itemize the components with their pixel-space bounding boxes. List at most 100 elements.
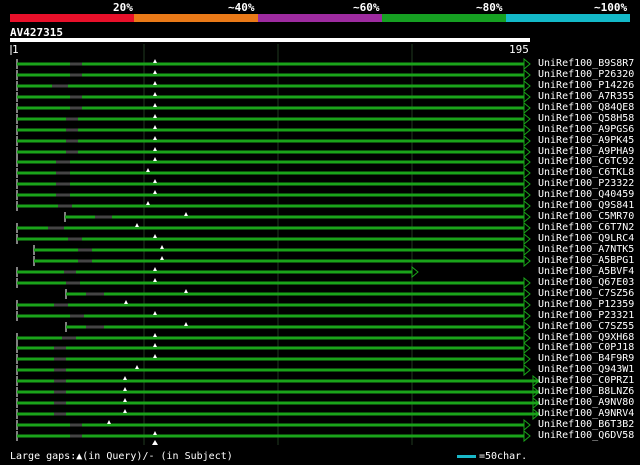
hit-row[interactable] (16, 177, 531, 191)
hit-end-arrow (411, 265, 419, 279)
hit-label[interactable]: UniRef100_Q6DV58 (538, 430, 634, 441)
hit-row[interactable] (16, 90, 531, 104)
hit-end-arrow (523, 341, 531, 355)
hit-label[interactable]: UniRef100_A9PGS6 (538, 124, 634, 135)
hit-row[interactable] (16, 429, 531, 443)
query-gap-marker (123, 376, 127, 380)
hit-row[interactable] (16, 276, 531, 290)
hit-label[interactable]: UniRef100_P23321 (538, 310, 634, 321)
query-gap-marker (107, 420, 111, 424)
hit-label[interactable]: UniRef100_Q40459 (538, 189, 634, 200)
query-gap-marker (153, 234, 157, 238)
hit-row[interactable] (16, 112, 531, 126)
hit-label[interactable]: UniRef100_C6T7N2 (538, 222, 634, 233)
hit-row[interactable] (16, 352, 531, 366)
query-gap-marker (153, 354, 157, 358)
query-gap-marker (160, 256, 164, 260)
query-gap-marker (153, 147, 157, 151)
query-gap-marker (153, 190, 157, 194)
hit-row[interactable] (16, 134, 531, 148)
hit-row[interactable] (64, 210, 531, 224)
hit-row[interactable] (16, 341, 531, 355)
hit-row[interactable] (16, 232, 531, 246)
query-gap-marker (153, 311, 157, 315)
hit-row[interactable] (65, 287, 531, 301)
hit-row[interactable] (16, 199, 531, 213)
query-gap-marker (153, 92, 157, 96)
hit-label[interactable]: UniRef100_A7NTK5 (538, 244, 634, 255)
hit-label[interactable]: UniRef100_C5MR70 (538, 211, 634, 222)
hit-row[interactable] (16, 155, 531, 169)
hit-row[interactable] (16, 221, 531, 235)
hit-row[interactable] (16, 123, 531, 137)
hit-label[interactable]: UniRef100_C6TKL8 (538, 167, 634, 178)
hit-label[interactable]: UniRef100_C0PJ18 (538, 342, 634, 353)
hit-end-arrow (523, 68, 531, 82)
hit-label[interactable]: UniRef100_C7SZ56 (538, 288, 634, 299)
hit-label[interactable]: UniRef100_A5BVF4 (538, 266, 634, 277)
hit-end-arrow (523, 188, 531, 202)
query-gap-marker (124, 300, 128, 304)
hit-row[interactable] (33, 243, 531, 257)
hit-end-arrow (523, 221, 531, 235)
hit-label[interactable]: UniRef100_Q943W1 (538, 364, 634, 375)
hit-row[interactable] (16, 418, 531, 432)
hit-row[interactable] (16, 101, 531, 115)
hit-label[interactable]: UniRef100_Q84QE8 (538, 102, 634, 113)
hit-end-arrow (523, 298, 531, 312)
query-gap-marker (123, 409, 127, 413)
hit-label[interactable]: UniRef100_B8LNZ6 (538, 386, 634, 397)
hit-row[interactable] (16, 331, 531, 345)
hit-label[interactable]: UniRef100_A9NV80 (538, 397, 634, 408)
hit-end-arrow (523, 155, 531, 169)
hit-end-arrow (523, 254, 531, 268)
hit-end-arrow (523, 101, 531, 115)
query-gap-marker (153, 136, 157, 140)
hit-label[interactable]: UniRef100_Q9S841 (538, 200, 634, 211)
hit-label[interactable]: UniRef100_C7SZ55 (538, 321, 634, 332)
hit-row[interactable] (16, 298, 531, 312)
hit-label[interactable]: UniRef100_C0PRZ1 (538, 375, 634, 386)
hit-label[interactable]: UniRef100_P14226 (538, 80, 634, 91)
hit-label[interactable]: UniRef100_A7R355 (538, 91, 634, 102)
hit-end-arrow (523, 232, 531, 246)
hit-label[interactable]: UniRef100_A5BPG1 (538, 255, 634, 266)
query-gap-marker (146, 168, 150, 172)
hit-row[interactable] (16, 363, 531, 377)
hit-end-arrow (523, 429, 531, 443)
query-gap-marker (153, 103, 157, 107)
hit-row[interactable] (16, 57, 531, 71)
hit-row[interactable] (33, 254, 531, 268)
query-gap-marker (146, 201, 150, 205)
hit-end-arrow (523, 134, 531, 148)
hit-row[interactable] (16, 145, 531, 159)
hit-label[interactable]: UniRef100_P23322 (538, 178, 634, 189)
hit-end-arrow (523, 177, 531, 191)
hit-label[interactable]: UniRef100_A9NRV4 (538, 408, 634, 419)
hit-label[interactable]: UniRef100_B9S8R7 (538, 58, 634, 69)
hit-label[interactable]: UniRef100_Q9LRC4 (538, 233, 634, 244)
hit-label[interactable]: UniRef100_P26320 (538, 69, 634, 80)
hit-label[interactable]: UniRef100_C6TC92 (538, 156, 634, 167)
hit-label[interactable]: UniRef100_B6T3B2 (538, 419, 634, 430)
hit-end-arrow (523, 352, 531, 366)
hit-row[interactable] (16, 309, 531, 323)
hit-label[interactable]: UniRef100_B4F9R9 (538, 353, 634, 364)
hit-end-arrow (523, 199, 531, 213)
hit-row[interactable] (16, 79, 531, 93)
hit-label[interactable]: UniRef100_P12359 (538, 299, 634, 310)
hit-label[interactable]: UniRef100_Q58H58 (538, 113, 634, 124)
query-gap-marker (135, 223, 139, 227)
hit-row[interactable] (16, 166, 531, 180)
footer-gap-marker (152, 440, 158, 445)
hit-row[interactable] (65, 320, 531, 334)
hit-end-arrow (523, 123, 531, 137)
hit-label[interactable]: UniRef100_A9PK45 (538, 135, 634, 146)
hit-row[interactable] (16, 265, 419, 279)
hit-row[interactable] (16, 68, 531, 82)
hit-end-arrow (523, 145, 531, 159)
hit-label[interactable]: UniRef100_Q67E03 (538, 277, 634, 288)
hit-row[interactable] (16, 188, 531, 202)
query-gap-marker (153, 157, 157, 161)
query-gap-marker (153, 81, 157, 85)
